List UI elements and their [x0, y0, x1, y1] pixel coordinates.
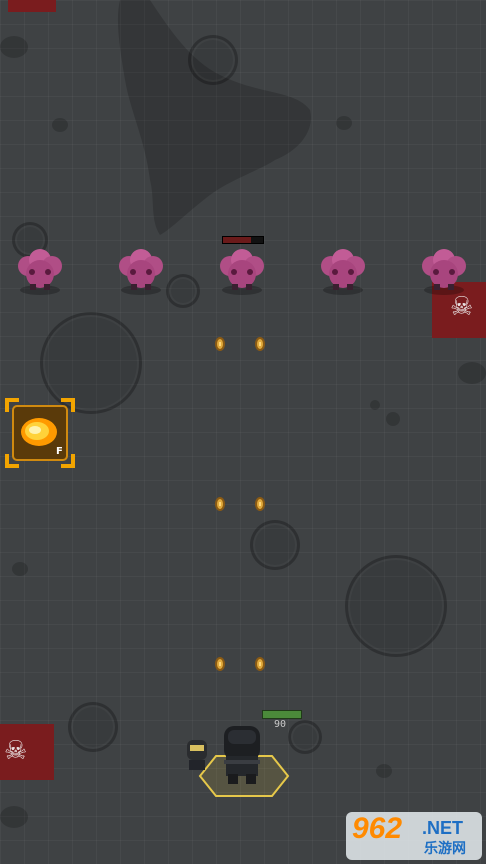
crater — [166, 274, 200, 308]
watermark-sub: 乐游网 — [424, 840, 466, 856]
skull-icon: ☠ — [4, 736, 28, 766]
skull-flag: ☠ — [0, 724, 54, 780]
enemy-spore-blob[interactable] — [14, 248, 66, 295]
gold-coin[interactable] — [255, 497, 265, 511]
crater — [288, 720, 322, 754]
crater — [68, 702, 118, 752]
enemy-health-fill — [223, 237, 251, 243]
pebble — [0, 36, 28, 58]
pebble — [336, 116, 352, 130]
watermark-number: 962 — [352, 812, 403, 845]
player-health-bar — [262, 710, 302, 719]
enemy-health-bar — [222, 236, 264, 244]
player-character — [224, 726, 260, 784]
enemy-spore-blob[interactable] — [418, 248, 470, 295]
watermark-badge: 962 .NET 乐游网 — [346, 812, 482, 860]
gold-coin[interactable] — [255, 657, 265, 671]
gold-coin[interactable] — [215, 657, 225, 671]
skull-icon: ☠ — [450, 292, 474, 322]
gold-coin[interactable] — [215, 337, 225, 351]
game-viewport[interactable]: ☠ ☠ F 90 962 .NET 乐游网 — [0, 0, 486, 864]
pebble — [458, 362, 486, 384]
pet-companion — [187, 740, 207, 770]
crater — [250, 520, 300, 570]
pebble — [370, 400, 380, 410]
skill-slot[interactable]: F — [5, 398, 75, 468]
fireball-skill-icon — [21, 418, 57, 446]
pebble — [386, 412, 400, 426]
crater — [345, 555, 447, 657]
player-health-value: 90 — [274, 719, 287, 730]
enemy-spore-blob[interactable] — [115, 248, 167, 295]
pebble — [52, 118, 68, 132]
pebble — [376, 764, 392, 778]
enemy-spore-blob[interactable] — [317, 248, 369, 295]
gold-coin[interactable] — [215, 497, 225, 511]
crater — [188, 35, 238, 85]
watermark-suffix: .NET — [422, 818, 464, 838]
enemy-spore-blob[interactable] — [216, 248, 268, 295]
skill-hotkey-label: F — [56, 446, 63, 457]
gold-coin[interactable] — [255, 337, 265, 351]
pebble — [0, 806, 28, 828]
pebble — [12, 562, 28, 576]
skull-flag — [8, 0, 56, 12]
